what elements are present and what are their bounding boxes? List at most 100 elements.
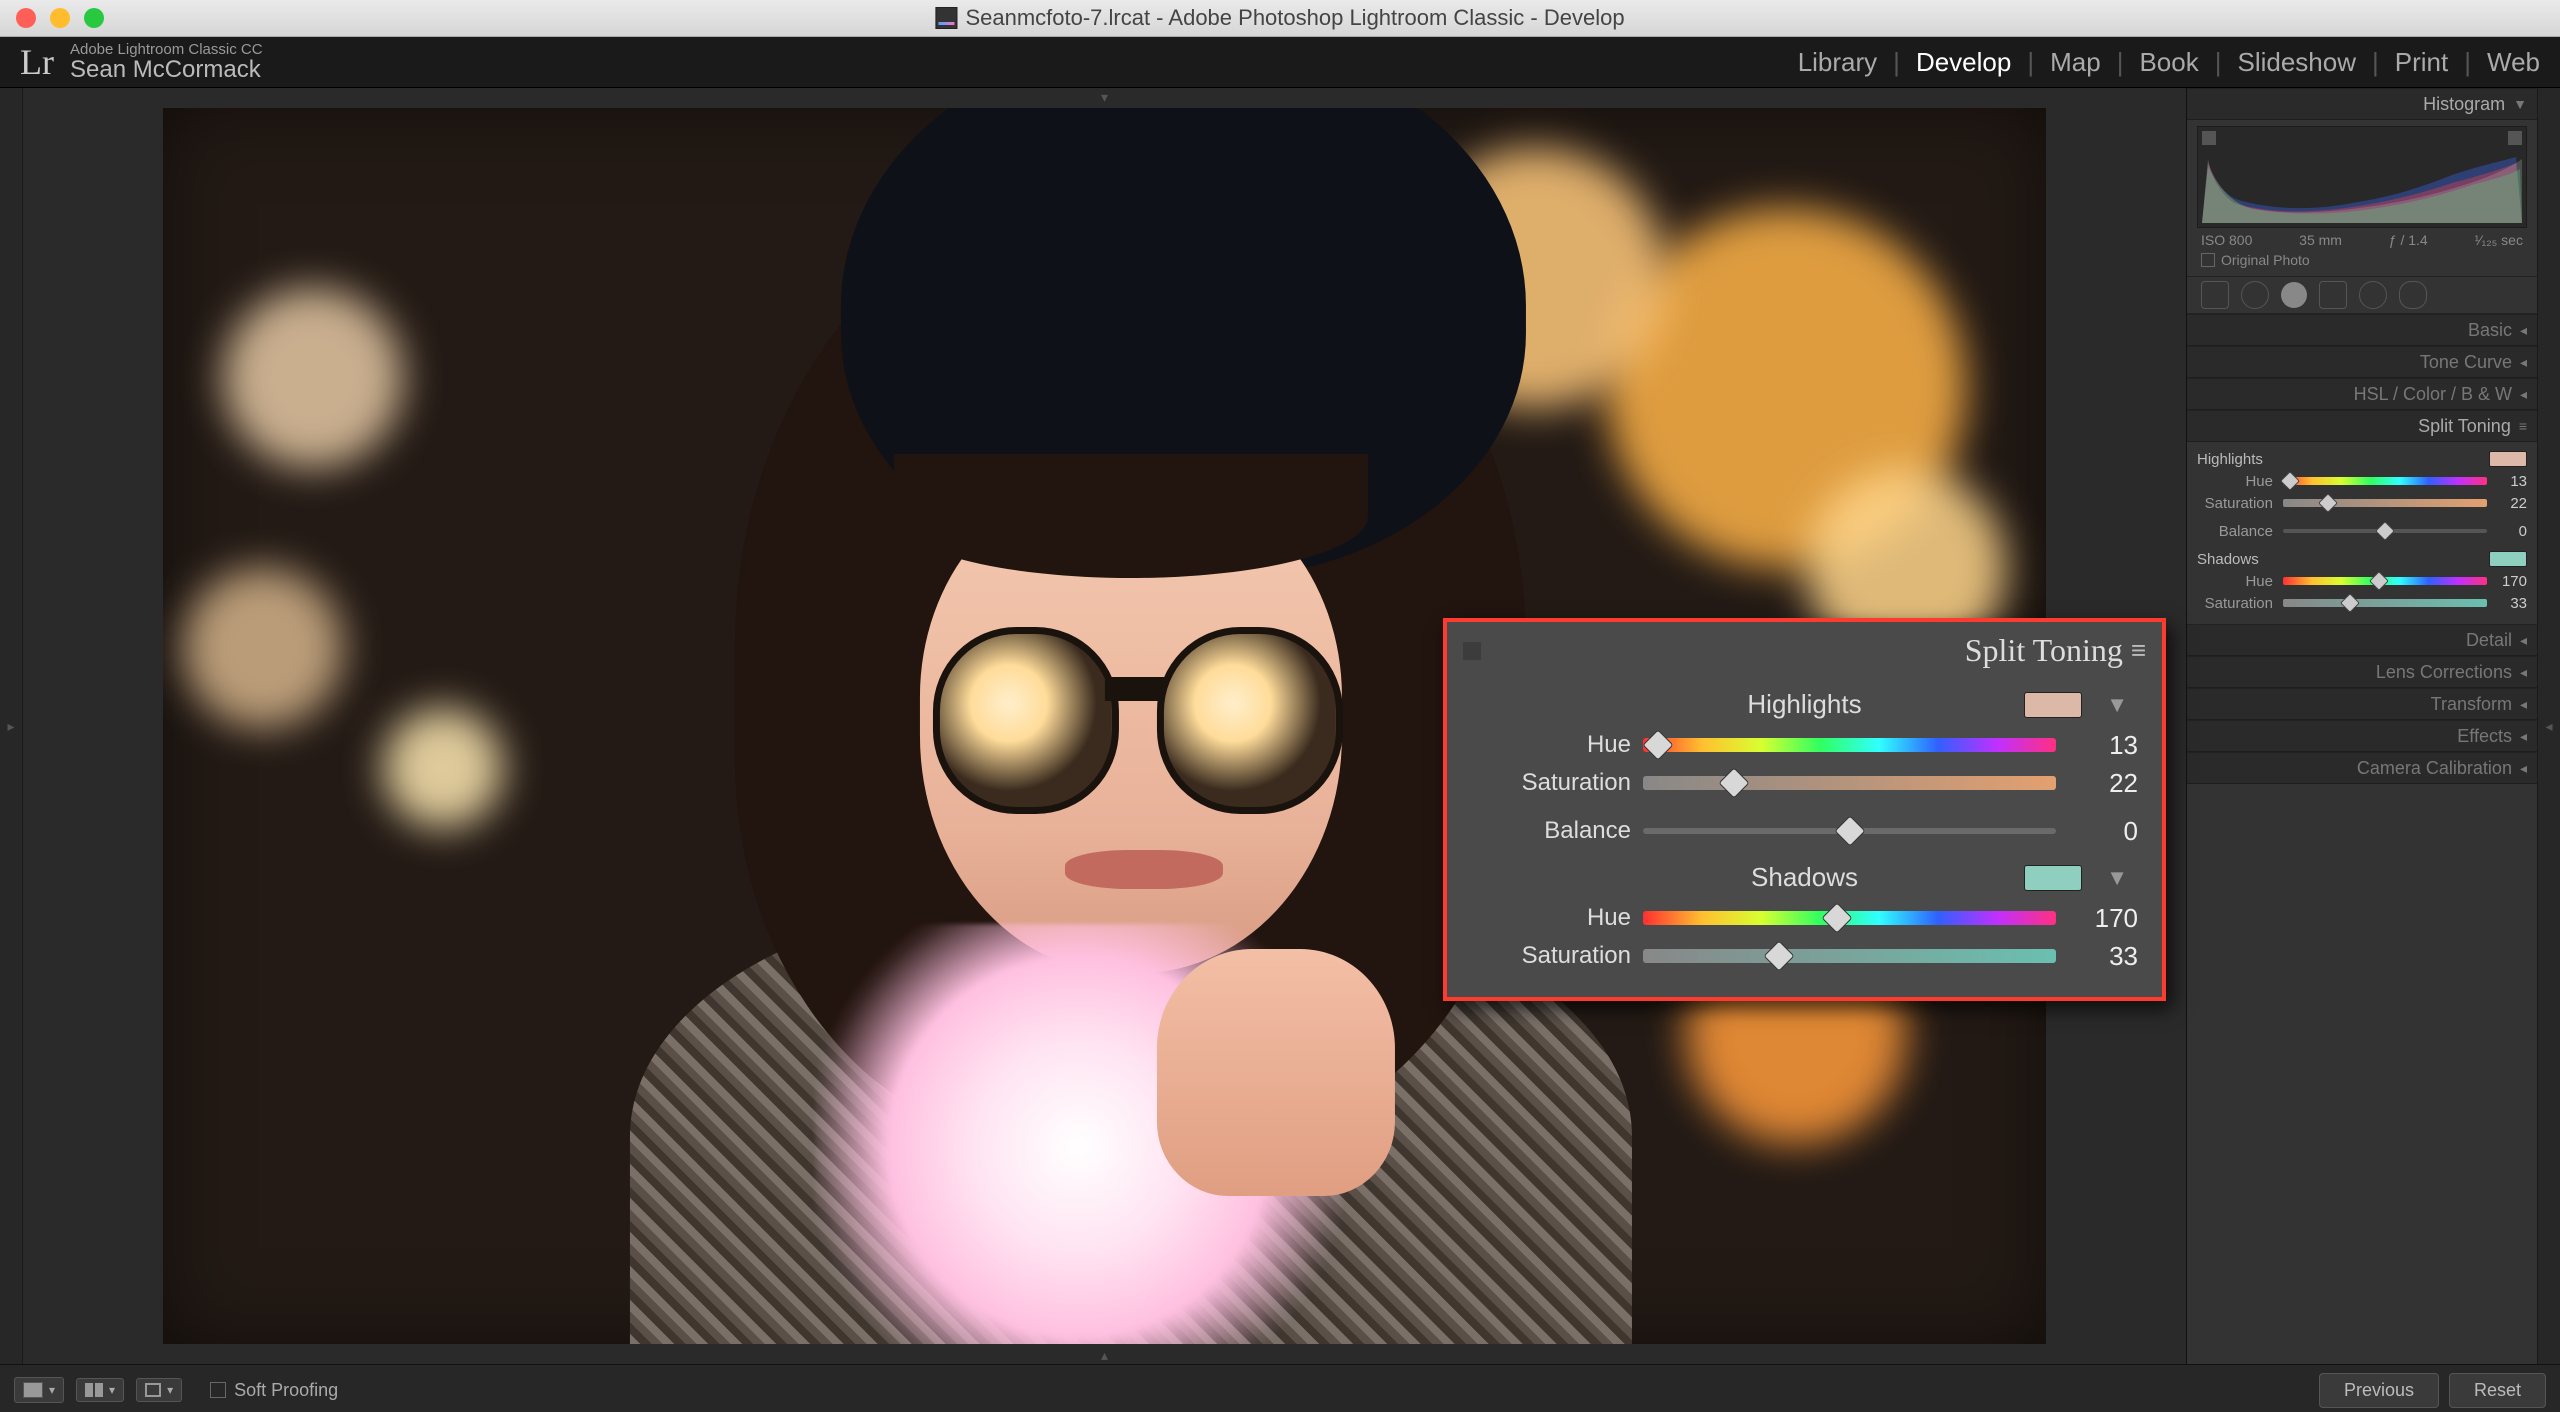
checkbox-icon[interactable] (2201, 253, 2215, 267)
shadows-picker-icon[interactable]: ▼ (2106, 865, 2128, 891)
right-panel-collapse[interactable]: ◂ (2537, 88, 2560, 1364)
panel-tone-curve[interactable]: Tone Curve◂ (2187, 346, 2537, 378)
canvas[interactable]: ▾ ▴ Split Toning ≡ (23, 88, 2186, 1364)
module-slideshow[interactable]: Slideshow (2237, 47, 2356, 78)
window-title: Seanmcfoto-7.lrcat - Adobe Photoshop Lig… (935, 5, 1624, 31)
window-title-text: Seanmcfoto-7.lrcat - Adobe Photoshop Lig… (965, 5, 1624, 31)
panel-menu-icon[interactable]: ≡ (2519, 418, 2527, 434)
split-toning-title: Split Toning (1481, 632, 2131, 669)
module-picker: Library| Develop| Map| Book| Slideshow| … (1798, 47, 2540, 78)
panel-detail[interactable]: Detail◂ (2187, 624, 2537, 656)
left-panel-collapsed[interactable]: ▸ (0, 88, 23, 1364)
balance-slider[interactable] (1643, 828, 2056, 834)
spot-tool-icon[interactable] (2241, 281, 2269, 309)
balance-value[interactable]: 0 (2068, 816, 2138, 847)
panel-hsl[interactable]: HSL / Color / B & W◂ (2187, 378, 2537, 410)
tool-strip (2187, 276, 2537, 314)
shadows-sat-label: Saturation (1471, 942, 1631, 970)
brush-tool-icon[interactable] (2399, 281, 2427, 309)
balance-slider-sm[interactable] (2283, 529, 2487, 533)
highlights-sat-label: Saturation (1471, 769, 1631, 797)
highlights-hue-label: Hue (1471, 731, 1631, 759)
highlights-hue-slider-sm[interactable] (2283, 477, 2487, 485)
module-print[interactable]: Print (2395, 47, 2448, 78)
shadows-hue-slider[interactable] (1643, 911, 2056, 925)
soft-proofing-toggle[interactable]: Soft Proofing (210, 1380, 338, 1401)
identity-plate[interactable]: Lr Adobe Lightroom Classic CC Sean McCor… (20, 41, 263, 83)
top-filmstrip-toggle[interactable]: ▾ (23, 88, 2186, 106)
highlights-swatch-sm[interactable] (2489, 451, 2527, 467)
previous-button[interactable]: Previous (2319, 1373, 2439, 1408)
panel-calibration[interactable]: Camera Calibration◂ (2187, 752, 2537, 784)
shadows-sat-slider[interactable] (1643, 949, 2056, 963)
reset-button[interactable]: Reset (2449, 1373, 2546, 1408)
gradient-tool-icon[interactable] (2319, 281, 2347, 309)
document-icon (935, 7, 957, 29)
panel-basic[interactable]: Basic◂ (2187, 314, 2537, 346)
highlights-label-sm: Highlights (2197, 451, 2267, 468)
before-after-tb-button[interactable]: ▾ (136, 1378, 182, 1402)
panel-lens[interactable]: Lens Corrections◂ (2187, 656, 2537, 688)
highlights-swatch[interactable] (2024, 692, 2082, 718)
checkbox-icon[interactable] (210, 1382, 226, 1398)
lr-logo-icon: Lr (20, 41, 54, 83)
highlights-sat-slider-sm[interactable] (2283, 499, 2487, 507)
module-library[interactable]: Library (1798, 47, 1877, 78)
focal-value: 35 mm (2299, 232, 2342, 248)
highlights-sat-value[interactable]: 22 (2068, 768, 2138, 799)
shadows-hue-slider-sm[interactable] (2283, 577, 2487, 585)
module-develop[interactable]: Develop (1916, 47, 2011, 78)
expand-left-icon: ◂ (2545, 718, 2552, 735)
right-panel: Histogram▼ ISO 800 35 mm ƒ / 1.4 ¹⁄₁₂₅ s… (2186, 88, 2537, 1364)
crop-tool-icon[interactable] (2201, 281, 2229, 309)
close-icon[interactable] (16, 8, 36, 28)
module-map[interactable]: Map (2050, 47, 2101, 78)
highlights-picker-icon[interactable]: ▼ (2106, 692, 2128, 718)
window-controls (16, 8, 104, 28)
workspace: ▸ ▾ ▴ Split Toning ≡ (0, 88, 2560, 1364)
shadows-swatch-sm[interactable] (2489, 551, 2527, 567)
shadow-clip-toggle[interactable] (2202, 131, 2216, 145)
shadows-hue-value[interactable]: 170 (2068, 903, 2138, 934)
maximize-icon[interactable] (84, 8, 104, 28)
shadows-swatch[interactable] (2024, 865, 2082, 891)
histogram-header[interactable]: Histogram▼ (2187, 88, 2537, 120)
bottom-toolbar: ▾ ▾ ▾ Soft Proofing Previous Reset (0, 1364, 2560, 1412)
highlights-label: Highlights (1747, 689, 1861, 720)
original-photo-row[interactable]: Original Photo (2187, 250, 2537, 276)
before-after-lr-button[interactable]: ▾ (76, 1378, 124, 1402)
panel-split-toning[interactable]: Split Toning≡ (2187, 410, 2537, 442)
bottom-filmstrip-toggle[interactable]: ▴ (23, 1346, 2186, 1364)
product-label: Adobe Lightroom Classic CC (70, 42, 263, 58)
panel-menu-icon[interactable]: ≡ (2131, 635, 2146, 666)
panel-transform[interactable]: Transform◂ (2187, 688, 2537, 720)
mac-titlebar: Seanmcfoto-7.lrcat - Adobe Photoshop Lig… (0, 0, 2560, 37)
panel-toggle-icon[interactable] (1463, 642, 1481, 660)
chevron-down-icon: ▼ (2513, 96, 2527, 112)
highlights-sat-slider[interactable] (1643, 776, 2056, 790)
chevron-down-icon: ▾ (1101, 89, 1108, 106)
highlight-clip-toggle[interactable] (2508, 131, 2522, 145)
histogram[interactable] (2197, 126, 2527, 228)
redeye-tool-icon[interactable] (2281, 282, 2307, 308)
module-book[interactable]: Book (2139, 47, 2198, 78)
panel-effects[interactable]: Effects◂ (2187, 720, 2537, 752)
shadows-sat-slider-sm[interactable] (2283, 599, 2487, 607)
highlights-hue-slider[interactable] (1643, 738, 2056, 752)
highlights-hue-value[interactable]: 13 (2068, 730, 2138, 761)
expand-right-icon: ▸ (7, 718, 14, 735)
loupe-view-button[interactable]: ▾ (14, 1377, 64, 1403)
aperture-value: ƒ / 1.4 (2389, 232, 2428, 248)
minimize-icon[interactable] (50, 8, 70, 28)
exif-row: ISO 800 35 mm ƒ / 1.4 ¹⁄₁₂₅ sec (2187, 228, 2537, 250)
user-name: Sean McCormack (70, 57, 263, 82)
shadows-sat-value[interactable]: 33 (2068, 941, 2138, 972)
original-photo-label: Original Photo (2221, 252, 2310, 268)
radial-tool-icon[interactable] (2359, 281, 2387, 309)
app-header: Lr Adobe Lightroom Classic CC Sean McCor… (0, 37, 2560, 88)
module-web[interactable]: Web (2487, 47, 2540, 78)
histogram-curve (2202, 153, 2522, 223)
shutter-value: ¹⁄₁₂₅ sec (2474, 232, 2522, 248)
split-toning-panel: Highlights Hue13 Saturation22 Balance0 S… (2187, 442, 2537, 624)
shadows-label: Shadows (1751, 862, 1858, 893)
